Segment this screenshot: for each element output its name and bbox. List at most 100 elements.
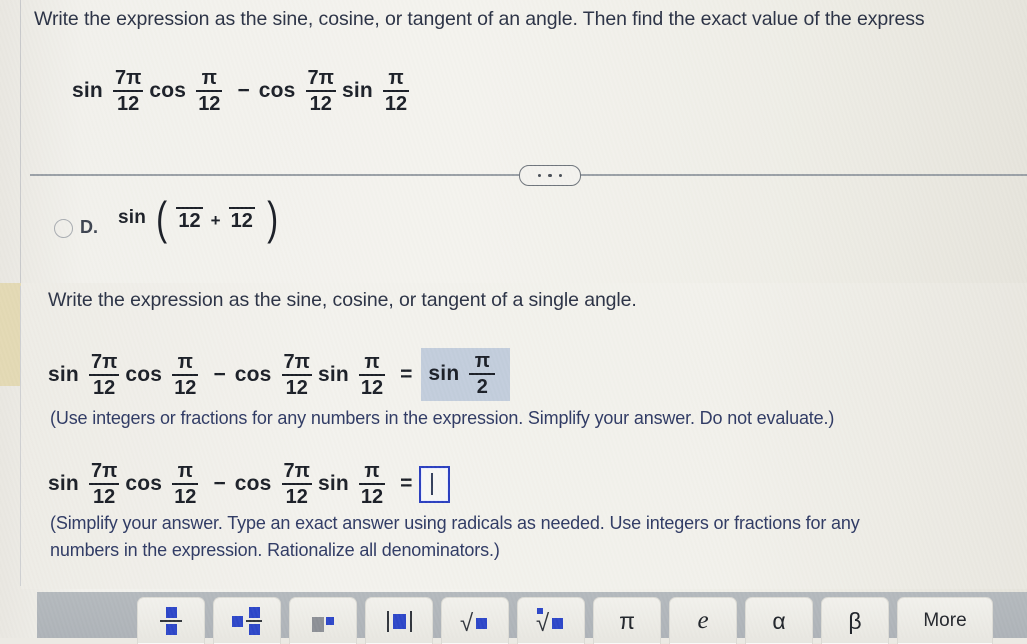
numerator: π [388, 67, 404, 89]
sin-label: sin [118, 207, 147, 229]
numerator: 7π [283, 350, 310, 373]
denominator: 12 [360, 376, 384, 399]
dot-icon [538, 173, 542, 178]
fraction-7pi-12-b: 7π 12 [305, 67, 336, 114]
absolute-value-icon [386, 610, 412, 632]
sin-label-2: sin [341, 79, 373, 103]
fraction-7pi-12: 7π 12 [88, 460, 120, 509]
fraction-pi-12: π 12 [196, 67, 223, 116]
fraction-left-clipped: 12 [176, 205, 203, 233]
fraction-7pi-12-b: 7π 12 [281, 350, 312, 399]
denominator: 12 [178, 210, 201, 233]
sin-label-2: sin [317, 472, 349, 496]
radio-option-d[interactable] [54, 219, 73, 238]
fraction-pi-12-b: π 12 [358, 461, 386, 509]
hint-text-2-line1: (Simplify your answer. Type an exact ans… [50, 513, 860, 533]
left-vertical-rule-bottom [20, 286, 21, 586]
pi-label: π [619, 607, 635, 634]
cos-label: cos [125, 362, 163, 386]
exponent-icon [312, 611, 334, 632]
equals-sign: = [400, 472, 413, 496]
fraction-7pi-12-b: 7π 12 [281, 460, 312, 509]
key-exponent[interactable] [289, 597, 357, 644]
cos-label: cos [149, 79, 187, 103]
text-cursor [431, 472, 433, 495]
math-keyboard-toolbar: √ √ π e α β More [37, 592, 1027, 644]
denominator: 12 [93, 376, 116, 399]
option-d-expression[interactable]: sin ( 12 + 12 ) [118, 195, 281, 241]
left-beige-strip [0, 283, 21, 386]
key-fraction[interactable] [137, 597, 205, 644]
denominator: 12 [384, 93, 408, 116]
denominator: 12 [174, 486, 197, 509]
dot-icon [558, 173, 562, 178]
question-prompt-top: Write the expression as the sine, cosine… [34, 8, 925, 30]
key-more[interactable]: More [897, 597, 993, 644]
numerator: π [474, 350, 491, 372]
numerator: 7π [307, 67, 334, 89]
fraction-pi-2: π 2 [469, 350, 496, 399]
hint-text-2-line2: numbers in the expression. Rationalize a… [50, 540, 500, 560]
sin-label-2: sin [317, 362, 349, 386]
numerator: π [177, 350, 193, 373]
denominator: 12 [285, 486, 308, 509]
minus-operator: − [213, 472, 226, 496]
key-mixed-number[interactable] [213, 597, 281, 644]
nth-root-icon: √ [536, 608, 566, 636]
option-d-letter: D. [80, 217, 98, 237]
numerator: π [177, 460, 193, 482]
math-keyboard-key-list: √ √ π e α β More [137, 597, 993, 644]
e-label: e [697, 607, 709, 634]
key-square-root[interactable]: √ [441, 597, 509, 644]
key-alpha[interactable]: α [745, 597, 813, 644]
numerator: 7π [90, 350, 118, 373]
sin-label: sin [48, 472, 79, 496]
fraction-pi-12-b: π 12 [382, 67, 410, 116]
mixed-number-icon [232, 606, 262, 636]
alpha-label: α [772, 607, 786, 634]
denominator: 2 [476, 376, 488, 399]
numerator: π [201, 67, 217, 89]
hint-text-1: (Use integers or fractions for any numbe… [50, 408, 835, 428]
cos-label-2: cos [234, 472, 272, 496]
answer-input-empty[interactable] [419, 465, 451, 503]
minus-operator: − [213, 362, 226, 386]
fraction-pi-12: π 12 [172, 350, 199, 398]
key-pi[interactable]: π [593, 597, 661, 644]
equals-sign: = [400, 362, 413, 386]
numerator: 7π [283, 460, 310, 482]
more-label: More [923, 610, 967, 631]
key-nth-root[interactable]: √ [517, 597, 585, 644]
plus-operator: + [210, 211, 221, 230]
denominator: 12 [198, 93, 221, 116]
fraction-icon [160, 606, 182, 636]
sin-label: sin [72, 79, 103, 103]
expression-answered: sin 7π 12 cos π 12 − cos 7π 12 sin π 12 … [48, 348, 511, 402]
fraction-right-clipped: 12 [228, 205, 255, 233]
fraction-7pi-12: 7π 12 [88, 350, 120, 399]
denominator: 12 [285, 376, 308, 399]
key-absolute-value[interactable] [365, 597, 433, 644]
dot-icon [548, 173, 552, 178]
denominator: 12 [360, 486, 384, 509]
numerator: 7π [90, 460, 118, 482]
key-beta[interactable]: β [821, 597, 889, 644]
denominator: 12 [93, 486, 116, 509]
numerator: 7π [114, 67, 142, 89]
cos-label-2: cos [258, 79, 296, 103]
cos-label: cos [125, 472, 163, 496]
sin-label-answer: sin [428, 362, 460, 386]
denominator: 12 [117, 93, 140, 116]
denominator: 12 [230, 210, 253, 233]
fraction-pi-12-b: π 12 [358, 352, 386, 399]
more-options-ellipsis-button[interactable] [519, 165, 581, 186]
sin-label: sin [48, 362, 79, 386]
key-e[interactable]: e [669, 597, 737, 644]
left-vertical-rule-top [20, 0, 21, 286]
cos-label-2: cos [234, 362, 272, 386]
fraction-pi-12: π 12 [172, 460, 199, 509]
beta-label: β [848, 607, 862, 634]
fraction-7pi-12: 7π 12 [112, 67, 144, 116]
minus-operator: − [237, 79, 250, 103]
answer-field-filled[interactable]: sin π 2 [421, 348, 511, 402]
